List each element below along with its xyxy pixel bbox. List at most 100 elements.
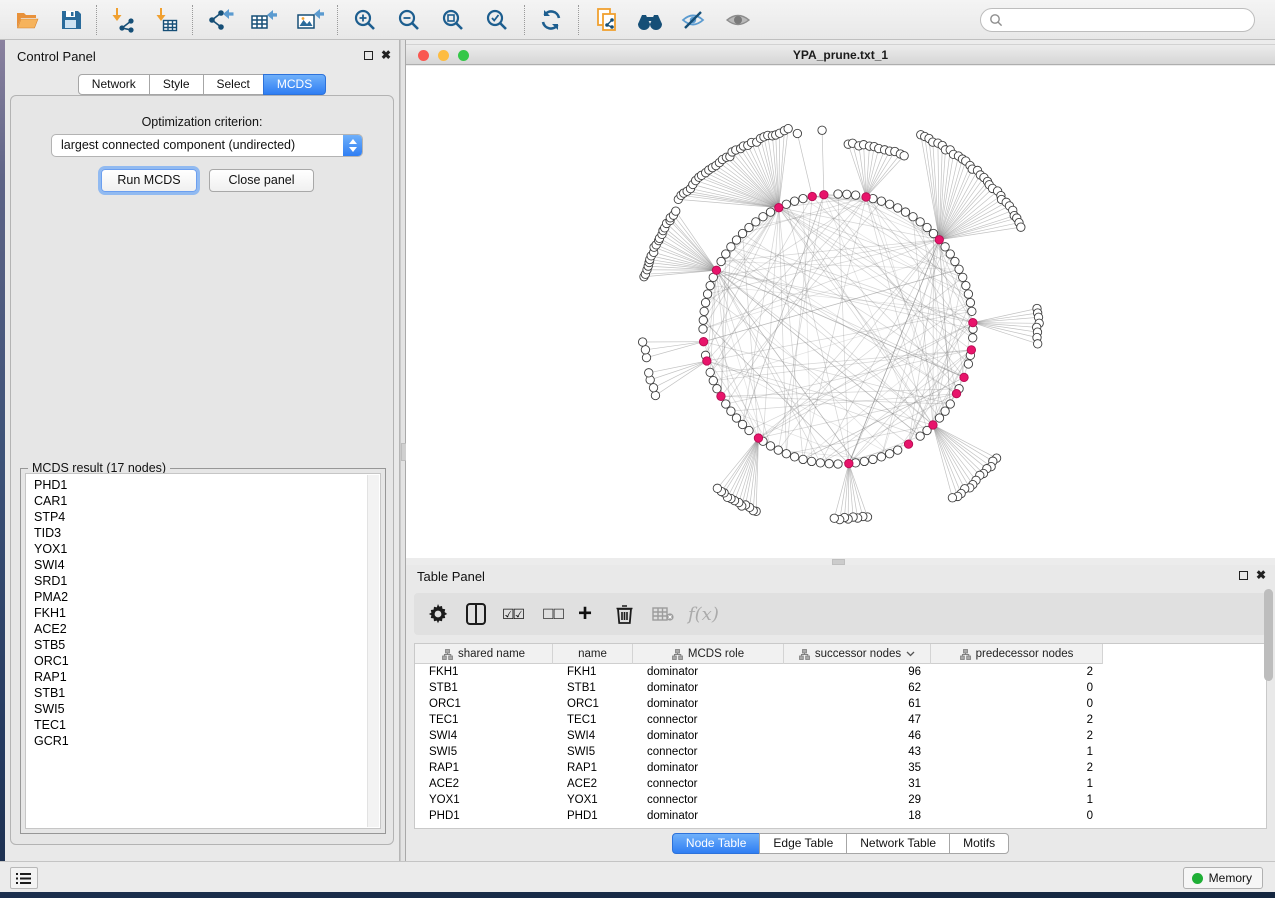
network-node[interactable]: [738, 420, 746, 428]
network-hub-node[interactable]: [969, 318, 977, 326]
tab-select[interactable]: Select: [203, 74, 264, 95]
network-node[interactable]: [638, 338, 646, 346]
open-icon[interactable]: [8, 3, 46, 37]
network-hub-node[interactable]: [712, 266, 720, 274]
network-hub-node[interactable]: [845, 459, 853, 467]
network-node[interactable]: [816, 459, 824, 467]
export-table-icon[interactable]: [245, 3, 283, 37]
network-node[interactable]: [1017, 223, 1025, 231]
tab-mcds[interactable]: MCDS: [263, 74, 326, 95]
network-node[interactable]: [909, 213, 917, 221]
network-node[interactable]: [941, 243, 949, 251]
network-node[interactable]: [722, 400, 730, 408]
network-node[interactable]: [869, 455, 877, 463]
network-hub-node[interactable]: [952, 389, 960, 397]
network-node[interactable]: [641, 346, 649, 354]
mcds-result-item[interactable]: GCR1: [26, 733, 380, 749]
table-row[interactable]: SWI4SWI4dominator462: [415, 728, 1266, 744]
network-node[interactable]: [959, 273, 967, 281]
network-node[interactable]: [738, 229, 746, 237]
export-image-icon[interactable]: [291, 3, 329, 37]
import-network-icon[interactable]: [104, 3, 142, 37]
network-node[interactable]: [946, 400, 954, 408]
network-node[interactable]: [706, 368, 714, 376]
network-node[interactable]: [900, 152, 908, 160]
network-node[interactable]: [885, 450, 893, 458]
network-node[interactable]: [672, 207, 680, 215]
table-tab-motifs[interactable]: Motifs: [949, 833, 1009, 854]
network-hub-node[interactable]: [699, 338, 707, 346]
network-hub-node[interactable]: [967, 346, 975, 354]
column-header-name[interactable]: name: [553, 644, 633, 664]
network-node[interactable]: [901, 208, 909, 216]
mcds-result-list[interactable]: PHD1CAR1STP4TID3YOX1SWI4SRD1PMA2FKH1ACE2…: [25, 473, 381, 829]
network-node[interactable]: [941, 407, 949, 415]
float-panel-icon[interactable]: [361, 48, 375, 62]
network-node[interactable]: [782, 450, 790, 458]
mcds-result-item[interactable]: TID3: [26, 525, 380, 541]
network-node[interactable]: [951, 257, 959, 265]
network-node[interactable]: [766, 208, 774, 216]
network-node[interactable]: [709, 376, 717, 384]
horizontal-splitter[interactable]: [406, 558, 1275, 565]
duplicate-network-icon[interactable]: [588, 3, 626, 37]
network-node[interactable]: [645, 369, 653, 377]
network-node[interactable]: [649, 384, 657, 392]
column-header-shared-name[interactable]: shared name: [415, 644, 553, 664]
select-all-rows-icon[interactable]: ☑☑: [502, 593, 523, 635]
zoom-fit-icon[interactable]: [434, 3, 472, 37]
network-node[interactable]: [834, 460, 842, 468]
network-node[interactable]: [851, 191, 859, 199]
network-node[interactable]: [727, 243, 735, 251]
mcds-result-item[interactable]: CAR1: [26, 493, 380, 509]
table-tab-edge-table[interactable]: Edge Table: [759, 833, 847, 854]
zoom-selected-icon[interactable]: [478, 3, 516, 37]
network-hub-node[interactable]: [960, 373, 968, 381]
mcds-result-item[interactable]: STB5: [26, 637, 380, 653]
network-node[interactable]: [877, 197, 885, 205]
network-node[interactable]: [784, 124, 792, 132]
mcds-result-item[interactable]: ACE2: [26, 621, 380, 637]
network-node[interactable]: [799, 194, 807, 202]
network-hub-node[interactable]: [717, 392, 725, 400]
table-row[interactable]: RAP1RAP1dominator352: [415, 760, 1266, 776]
network-node[interactable]: [727, 407, 735, 415]
network-node[interactable]: [818, 126, 826, 134]
network-node[interactable]: [964, 360, 972, 368]
network-node[interactable]: [830, 514, 838, 522]
network-node[interactable]: [774, 446, 782, 454]
network-node[interactable]: [706, 281, 714, 289]
table-row[interactable]: ACE2ACE2connector311: [415, 776, 1266, 792]
mcds-result-item[interactable]: STB1: [26, 685, 380, 701]
network-node[interactable]: [885, 200, 893, 208]
zoom-out-icon[interactable]: [390, 3, 428, 37]
network-hub-node[interactable]: [820, 191, 828, 199]
tab-style[interactable]: Style: [149, 74, 204, 95]
network-node[interactable]: [860, 457, 868, 465]
mcds-result-item[interactable]: YOX1: [26, 541, 380, 557]
show-panels-button[interactable]: [10, 867, 38, 889]
table-row[interactable]: STB1STB1dominator620: [415, 680, 1266, 696]
network-hub-node[interactable]: [935, 236, 943, 244]
hide-selected-icon[interactable]: [675, 3, 713, 37]
network-node[interactable]: [807, 457, 815, 465]
show-all-icon[interactable]: [719, 3, 757, 37]
network-node[interactable]: [834, 190, 842, 198]
table-row[interactable]: PHD1PHD1dominator180: [415, 808, 1266, 824]
network-node[interactable]: [759, 213, 767, 221]
memory-button[interactable]: Memory: [1183, 867, 1263, 889]
mcds-result-item[interactable]: PHD1: [26, 477, 380, 493]
network-canvas[interactable]: [406, 66, 1275, 558]
network-node[interactable]: [948, 494, 956, 502]
network-node[interactable]: [955, 265, 963, 273]
table-tab-node-table[interactable]: Node Table: [672, 833, 761, 854]
table-row[interactable]: SWI5SWI5connector431: [415, 744, 1266, 760]
network-node[interactable]: [894, 446, 902, 454]
network-node[interactable]: [752, 218, 760, 226]
network-node[interactable]: [722, 250, 730, 258]
import-table-icon[interactable]: [148, 3, 186, 37]
network-node[interactable]: [923, 223, 931, 231]
run-mcds-button[interactable]: Run MCDS: [101, 169, 197, 192]
network-node[interactable]: [642, 353, 650, 361]
add-column-icon[interactable]: +: [578, 593, 592, 635]
